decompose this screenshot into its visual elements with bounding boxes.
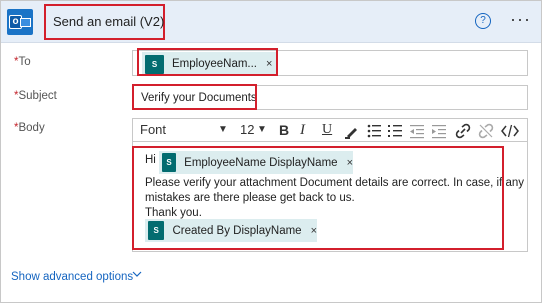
underline-button[interactable]: U	[322, 122, 332, 138]
highlight-pen-icon[interactable]	[344, 123, 360, 139]
body-highlight	[132, 146, 504, 250]
font-family-select[interactable]: Font	[140, 122, 166, 137]
decrease-indent-icon[interactable]	[409, 123, 425, 139]
italic-button[interactable]: I	[300, 122, 305, 139]
help-icon[interactable]: ?	[475, 13, 491, 29]
caret-down-icon[interactable]: ▼	[218, 124, 228, 135]
chevron-down-icon[interactable]	[132, 269, 142, 279]
to-highlight	[137, 48, 278, 76]
font-size-select[interactable]: 12	[240, 122, 254, 137]
numbered-list-icon[interactable]	[387, 123, 403, 139]
rich-text-toolbar: Font ▼ 12 ▼ B I U	[132, 118, 528, 142]
show-advanced-options-link[interactable]: Show advanced options	[11, 271, 133, 283]
increase-indent-icon[interactable]	[431, 123, 447, 139]
action-card: o Send an email (V2) ? ··· *To S Employe…	[0, 0, 542, 303]
link-icon[interactable]	[455, 123, 471, 139]
subject-highlight	[132, 84, 257, 110]
action-title[interactable]: Send an email (V2)	[53, 14, 164, 29]
to-label: *To	[14, 56, 31, 68]
action-header[interactable]: o Send an email (V2) ? ···	[1, 1, 541, 43]
bullet-list-icon[interactable]	[366, 123, 382, 139]
code-view-icon[interactable]	[501, 123, 519, 139]
more-options-icon[interactable]: ···	[510, 9, 534, 29]
subject-label: *Subject	[14, 90, 57, 102]
body-label: *Body	[14, 122, 45, 134]
unlink-icon[interactable]	[478, 123, 494, 139]
caret-down-icon[interactable]: ▼	[257, 124, 267, 135]
outlook-icon: o	[7, 9, 33, 35]
bold-button[interactable]: B	[279, 122, 289, 138]
